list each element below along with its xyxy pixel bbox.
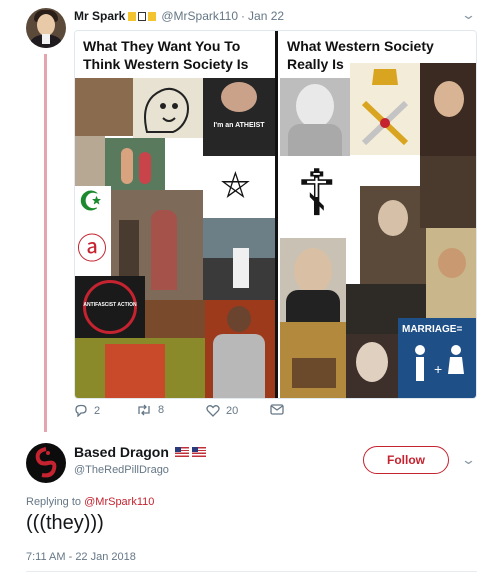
collage-tile xyxy=(280,238,346,322)
us-flag-icon xyxy=(191,447,206,457)
replying-to: Replying to @MrSpark110 xyxy=(26,496,154,508)
collage-tile xyxy=(203,218,275,300)
collage-tile: ⓐ xyxy=(75,216,111,276)
collage-tile-label: I'm an ATHEIST xyxy=(213,122,265,129)
us-flag-icon xyxy=(174,447,189,457)
author-avatar[interactable] xyxy=(26,8,66,48)
tweet-actions: 2 8 20 xyxy=(74,404,314,426)
name-emoji-icon xyxy=(138,11,147,21)
chevron-down-icon[interactable]: ⌄ xyxy=(461,7,476,23)
reply-author-handle[interactable]: @TheRedPillDrago xyxy=(74,464,169,476)
collage-left-title: What They Want You To Think Western Soci… xyxy=(75,31,275,76)
collage-tile-label: MARRIAGE= xyxy=(402,324,463,335)
direct-message-button[interactable] xyxy=(270,404,284,415)
reply-author-name[interactable]: Based Dragon xyxy=(74,444,169,460)
like-button[interactable]: 20 xyxy=(206,404,238,417)
divider xyxy=(26,571,477,572)
collage-tile: ☦ xyxy=(280,156,360,238)
thread-connector-line xyxy=(44,54,47,432)
follow-button[interactable]: Follow xyxy=(363,446,449,474)
like-count: 20 xyxy=(226,404,239,417)
collage-tile xyxy=(105,138,165,190)
anarchy-icon: ⓐ xyxy=(77,233,107,266)
collage-divider xyxy=(275,31,278,398)
collage-tile xyxy=(75,338,205,398)
collage-tile xyxy=(420,156,476,228)
replying-to-prefix: Replying to xyxy=(26,496,82,508)
reply-count: 2 xyxy=(94,404,101,417)
tweet-image-collage[interactable]: I'm an ATHEIST ☪ ⛤ ⓐ ANTIFASCIST ACTION … xyxy=(74,30,477,399)
collage-tile xyxy=(280,78,350,156)
collage-tile xyxy=(75,78,133,136)
reply-author-name-row: Based Dragon xyxy=(74,444,206,460)
envelope-icon xyxy=(270,404,284,415)
collage-tile: MARRIAGE= + xyxy=(398,318,476,398)
svg-text:+: + xyxy=(434,361,442,377)
dot-separator: · xyxy=(241,9,246,23)
retweet-button[interactable]: 8 xyxy=(136,404,164,416)
reply-button[interactable]: 2 xyxy=(74,404,100,417)
collage-tile xyxy=(133,78,203,138)
tweet-header: Mr Spark @MrSpark110 · Jan 22 xyxy=(74,8,284,24)
replying-to-handle[interactable]: @MrSpark110 xyxy=(84,496,154,508)
crescent-star-icon: ☪ xyxy=(79,186,103,216)
collage-tile xyxy=(75,136,105,186)
reply-timestamp[interactable]: 7:11 AM - 22 Jan 2018 xyxy=(26,551,136,563)
retweet-icon xyxy=(138,404,150,416)
collage-tile: ANTIFASCIST ACTION xyxy=(75,276,145,338)
collage-tile-label: ANTIFASCIST ACTION xyxy=(83,302,137,308)
reply-author-avatar[interactable] xyxy=(26,443,66,483)
collage-tile xyxy=(350,63,420,155)
name-emoji-icon xyxy=(148,11,157,21)
collage-tile xyxy=(426,228,476,318)
name-emoji-icon xyxy=(128,11,137,21)
collage-tile xyxy=(360,186,426,284)
collage-tile: ⛤ xyxy=(203,156,275,218)
pentagram-icon: ⛤ xyxy=(221,164,250,205)
collage-tile: ☪ xyxy=(75,186,111,216)
retweet-count: 8 xyxy=(158,404,165,416)
collage-tile xyxy=(346,334,398,398)
heart-icon xyxy=(206,405,220,417)
author-handle[interactable]: @MrSpark110 xyxy=(161,9,238,23)
orthodox-cross-icon: ☦ xyxy=(296,157,338,229)
reply-text: (((they))) xyxy=(26,512,104,534)
collage-tile xyxy=(420,63,476,161)
collage-tile xyxy=(205,300,275,398)
collage-tile xyxy=(280,322,346,398)
collage-tile: I'm an ATHEIST xyxy=(203,78,275,156)
chevron-down-icon[interactable]: ⌄ xyxy=(461,452,476,468)
reply-icon xyxy=(75,404,87,417)
author-name[interactable]: Mr Spark xyxy=(74,9,125,23)
tweet-date[interactable]: Jan 22 xyxy=(248,9,284,23)
